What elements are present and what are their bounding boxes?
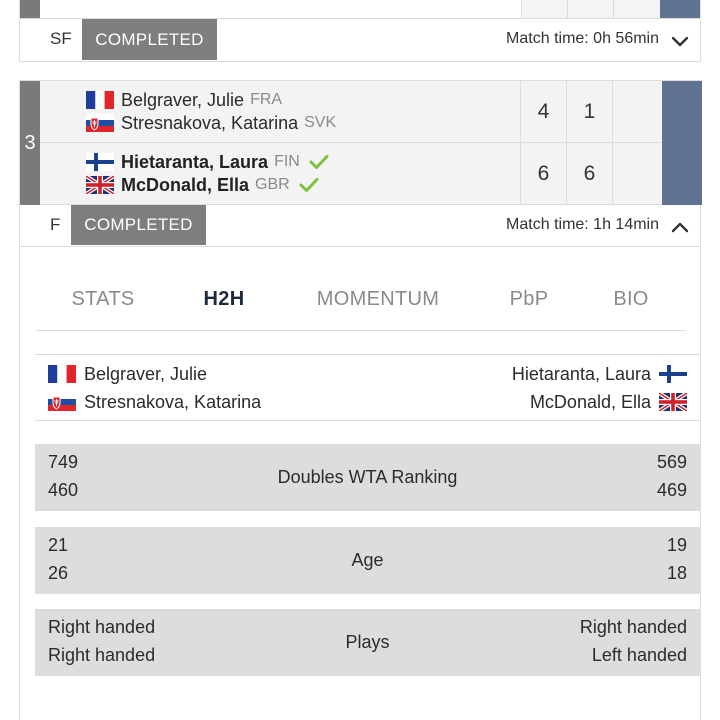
winner-check-icon xyxy=(299,178,319,192)
team-row: Hietaranta, Laura FIN McDonald, Ella GBR xyxy=(40,143,702,205)
team-row: Belgraver, Julie FRA Stresnakova, Katari… xyxy=(40,81,702,143)
detail-tabs: STATS H2H MOMENTUM PbP BIO xyxy=(36,277,686,331)
set-score: 1 xyxy=(566,81,612,143)
player: Hietaranta, Laura FIN xyxy=(86,151,329,173)
stat-value-right: 469 xyxy=(656,480,687,500)
score-strip xyxy=(660,0,700,18)
tab-stats[interactable]: STATS xyxy=(49,277,157,321)
score-strip xyxy=(662,143,702,205)
h2h-players: Belgraver, Julie Stresnakova, Katarina H… xyxy=(35,354,700,421)
h2h-player-right: McDonald, Ella xyxy=(530,391,687,413)
set-score: 6 xyxy=(566,143,612,205)
finland-flag-icon xyxy=(659,365,687,383)
player: Belgraver, Julie FRA xyxy=(86,89,282,111)
chevron-down-icon[interactable] xyxy=(670,31,690,51)
player-name: Stresnakova, Katarina xyxy=(84,391,262,412)
finland-flag-icon xyxy=(86,153,114,171)
player-name: Belgraver, Julie xyxy=(84,363,208,384)
stat-value-right: 19 xyxy=(666,535,687,555)
slovakia-flag-icon xyxy=(48,393,76,411)
player-nationality: SVK xyxy=(304,114,337,131)
match-footer[interactable]: F COMPLETED Match time: 1h 14min xyxy=(20,205,700,247)
round-label: F xyxy=(50,215,61,234)
stat-value-right: Left handed xyxy=(591,645,687,665)
stat-row-plays: Right handed Right handed Plays Right ha… xyxy=(35,609,700,676)
match-footer[interactable]: SF COMPLETED Match time: 0h 56min xyxy=(20,18,700,61)
stat-label: Age xyxy=(351,550,384,570)
tab-bio[interactable]: BIO xyxy=(596,277,666,321)
winner-check-icon xyxy=(309,155,329,169)
uk-flag-icon xyxy=(659,393,687,411)
round-label: SF xyxy=(50,29,72,48)
score-strip xyxy=(662,81,702,143)
match-card: 3 Belgraver, Julie FRA Stresnakova, Kata… xyxy=(19,80,702,720)
player: McDonald, Ella GBR xyxy=(86,174,319,196)
h2h-player-right: Hietaranta, Laura xyxy=(512,363,687,385)
player-name: Hietaranta, Laura xyxy=(511,363,651,384)
stat-row-ranking: 749 460 Doubles WTA Ranking 569 469 xyxy=(35,444,700,511)
previous-match-card: SF COMPLETED Match time: 0h 56min xyxy=(19,0,701,62)
set-score xyxy=(612,143,660,205)
tab-h2h[interactable]: H2H xyxy=(176,277,272,321)
set-score: 4 xyxy=(520,81,566,143)
player-name: McDonald, Ella xyxy=(529,391,651,412)
uk-flag-icon xyxy=(86,176,114,194)
match-time: Match time: 0h 56min xyxy=(506,30,659,47)
seed-number: 3 xyxy=(20,81,40,205)
status-badge: COMPLETED xyxy=(82,19,217,60)
stat-value-right: 18 xyxy=(666,563,687,583)
tab-pbp[interactable]: PbP xyxy=(491,277,567,321)
tab-momentum[interactable]: MOMENTUM xyxy=(298,277,458,321)
h2h-player-left: Belgraver, Julie xyxy=(48,363,207,385)
player-name: Hietaranta, Laura xyxy=(121,151,269,172)
stat-value-right: Right handed xyxy=(579,617,687,637)
player-name: McDonald, Ella xyxy=(121,174,250,195)
player-name: Stresnakova, Katarina xyxy=(121,112,299,133)
seed-strip xyxy=(20,0,40,18)
stat-row-age: 21 26 Age 19 18 xyxy=(35,527,700,594)
player: Stresnakova, Katarina SVK xyxy=(86,112,336,134)
h2h-player-left: Stresnakova, Katarina xyxy=(48,391,261,413)
chevron-up-icon[interactable] xyxy=(670,218,690,238)
player-nationality: FRA xyxy=(250,91,283,108)
player-nationality: FIN xyxy=(274,153,300,170)
player-nationality: GBR xyxy=(255,176,290,193)
stat-label: Doubles WTA Ranking xyxy=(277,467,458,487)
slovakia-flag-icon xyxy=(86,114,114,132)
france-flag-icon xyxy=(48,365,76,383)
stat-value-right: 569 xyxy=(656,452,687,472)
france-flag-icon xyxy=(86,91,114,109)
set-score: 6 xyxy=(520,143,566,205)
player-name: Belgraver, Julie xyxy=(121,89,245,110)
status-badge: COMPLETED xyxy=(71,205,206,245)
match-time: Match time: 1h 14min xyxy=(506,216,659,233)
set-score xyxy=(612,81,660,143)
